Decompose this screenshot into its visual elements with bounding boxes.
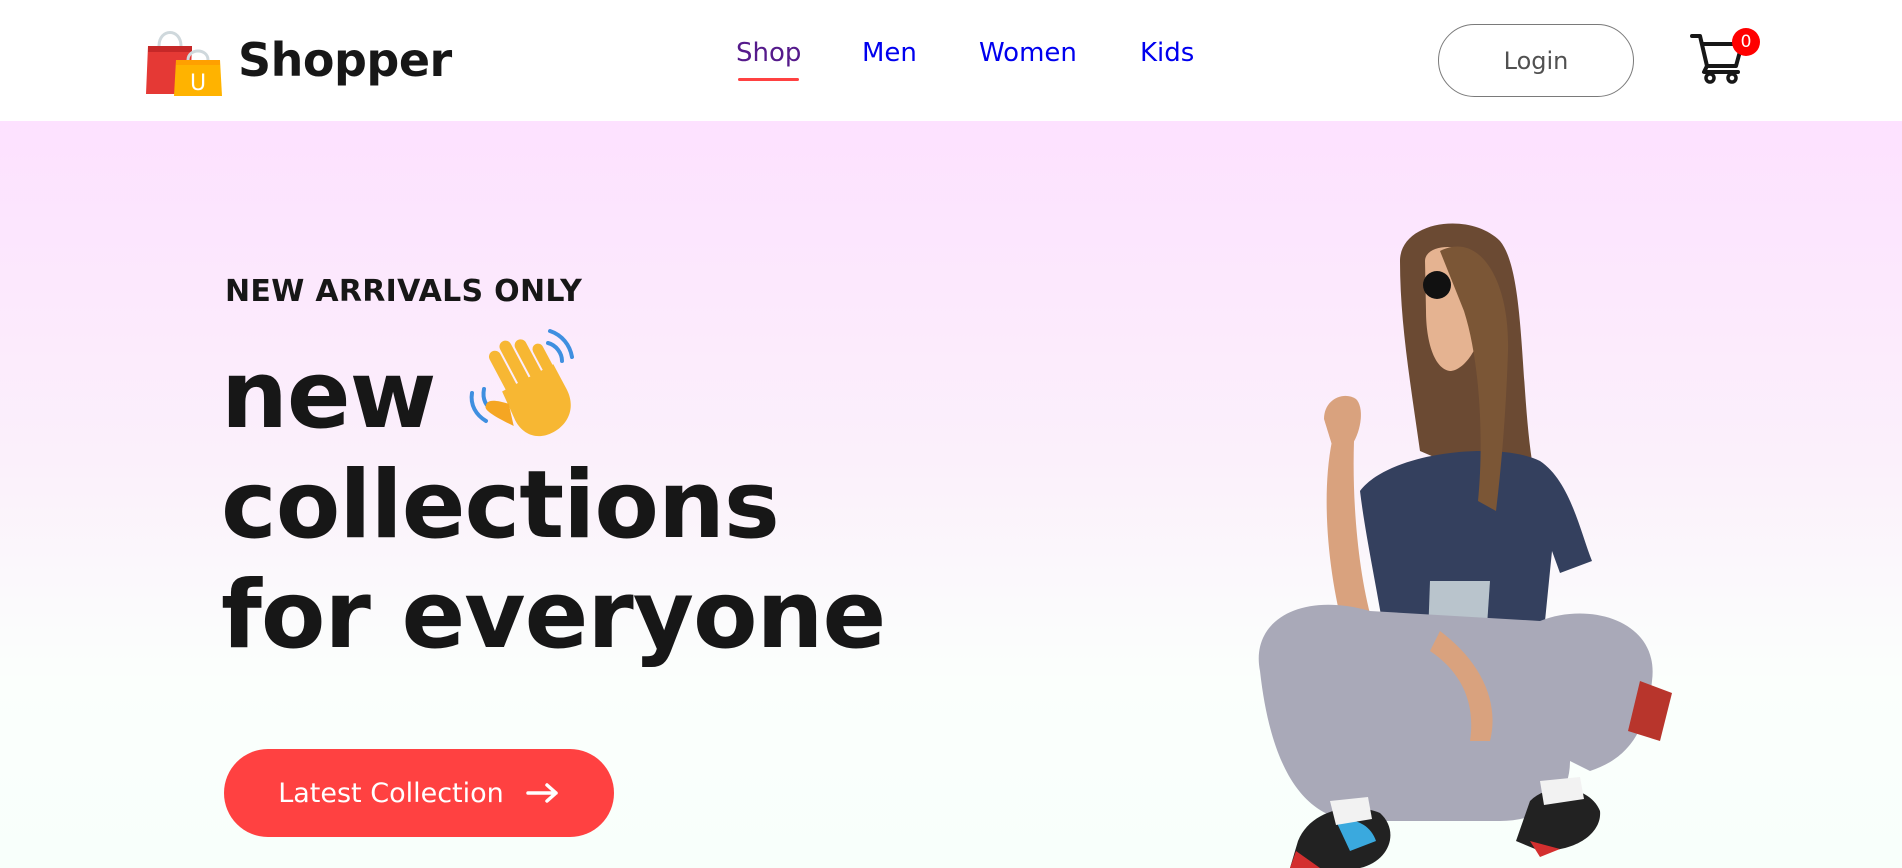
headline-text: for everyone: [221, 561, 886, 670]
headline-line-3: for everyone: [221, 561, 886, 671]
cta-label: Latest Collection: [278, 777, 504, 809]
latest-collection-button[interactable]: Latest Collection: [224, 749, 614, 837]
nav-item-label: Women: [979, 38, 1077, 68]
hero-headline: new collections for everyone: [221, 329, 886, 671]
nav-item-label: Shop: [736, 38, 802, 68]
headline-text: collections: [221, 451, 780, 560]
nav-item-label: Kids: [1140, 38, 1195, 68]
headline-line-1: new: [221, 329, 885, 451]
login-button[interactable]: Login: [1438, 24, 1634, 97]
nav-item-kids[interactable]: Kids: [1140, 40, 1194, 66]
nav-item-label: Men: [862, 38, 917, 68]
navbar: U Shopper Shop Men Women Kids Login 0: [0, 0, 1902, 121]
hero-eyebrow: NEW ARRIVALS ONLY: [225, 274, 583, 309]
arrow-right-icon: [526, 783, 558, 803]
page: U Shopper Shop Men Women Kids Login 0 NE…: [0, 0, 1902, 868]
cart-count-badge: 0: [1732, 28, 1760, 56]
headline-text: new: [221, 341, 437, 450]
hero-section: NEW ARRIVALS ONLY new collections for ev…: [0, 121, 1902, 868]
hero-model-image: [1258, 223, 1672, 868]
waving-hand-icon: [469, 329, 574, 436]
cart-button[interactable]: 0: [1690, 28, 1760, 84]
nav-item-women[interactable]: Women: [979, 40, 1077, 66]
headline-line-2: collections: [221, 451, 885, 561]
nav-item-shop[interactable]: Shop: [736, 38, 802, 81]
active-underline: [738, 78, 800, 81]
nav-item-men[interactable]: Men: [862, 40, 917, 66]
